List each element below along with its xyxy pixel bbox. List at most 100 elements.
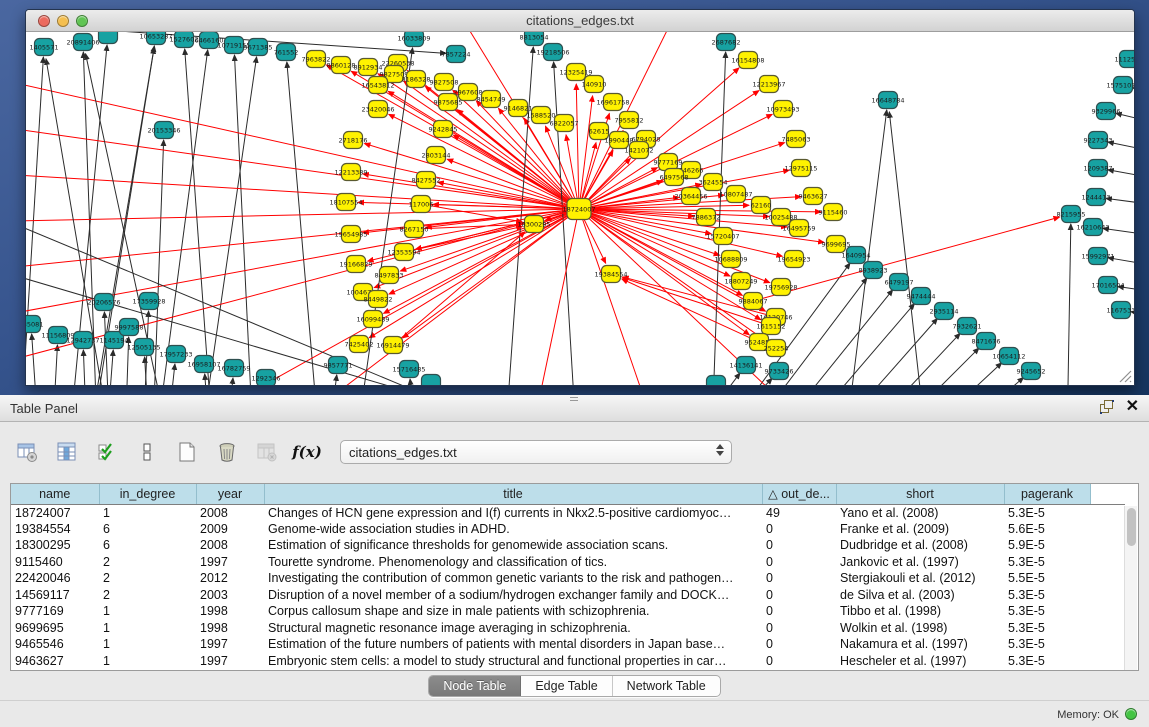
graph-node[interactable]: 2935114 (930, 303, 959, 320)
graph-node[interactable]: 20153346 (147, 122, 180, 139)
unselect-columns-button[interactable] (134, 439, 160, 465)
table-cell[interactable]: 5.3E-5 (1004, 653, 1090, 670)
table-row[interactable]: 911546021997Tourette syndrome. Phenomeno… (11, 554, 1125, 571)
graph-node[interactable]: 2718176 (339, 132, 368, 149)
graph-node[interactable] (422, 375, 441, 386)
graph-node[interactable]: 8912934 (354, 59, 383, 76)
graph-node[interactable]: 9857771 (324, 357, 353, 374)
table-cell[interactable]: 9115460 (11, 554, 99, 571)
graph-node[interactable]: 1112504 (1115, 51, 1134, 68)
table-cell[interactable]: Hescheler et al. (1997) (836, 653, 1004, 670)
table-cell[interactable]: 5.3E-5 (1004, 603, 1090, 620)
graph-edge[interactable] (583, 218, 605, 263)
graph-edge[interactable] (52, 345, 57, 385)
graph-node[interactable]: 16154808 (731, 52, 764, 69)
table-cell[interactable]: Jankovic et al. (1997) (836, 554, 1004, 571)
table-cell[interactable]: 1 (99, 653, 196, 670)
table-row[interactable]: 969969511998Structural magnetic resonanc… (11, 620, 1125, 637)
table-cell[interactable]: 5.9E-5 (1004, 537, 1090, 554)
graph-edge[interactable] (410, 379, 417, 385)
graph-node[interactable]: 9463627 (799, 188, 828, 205)
table-cell[interactable]: 5.5E-5 (1004, 570, 1090, 587)
graph-node[interactable]: 9733426 (765, 363, 794, 380)
panel-resize-grip[interactable] (570, 397, 578, 401)
table-cell[interactable]: Tibbo et al. (1998) (836, 603, 1004, 620)
graph-edge[interactable] (817, 333, 960, 385)
table-row[interactable]: 1872400712008Changes of HCN gene express… (11, 504, 1125, 521)
table-cell[interactable]: 6 (99, 537, 196, 554)
graph-node[interactable]: 7932621 (953, 318, 982, 335)
graph-edge[interactable] (32, 334, 39, 385)
graph-node[interactable]: 1292346 (252, 370, 281, 386)
graph-node[interactable]: 19166829 (339, 256, 372, 273)
graph-edge[interactable] (1108, 142, 1134, 158)
graph-node[interactable]: 3624554 (699, 174, 728, 191)
table-cell[interactable]: 2003 (196, 587, 264, 604)
table-row[interactable]: 2242004622012Investigating the contribut… (11, 570, 1125, 587)
column-header-year[interactable]: year (196, 484, 264, 504)
tab-node-table[interactable]: Node Table (429, 676, 521, 696)
show-columns-button[interactable] (54, 439, 80, 465)
float-panel-icon[interactable] (1100, 400, 1114, 414)
table-cell[interactable]: Changes of HCN gene expression and I(f) … (264, 504, 762, 521)
graph-node[interactable]: 10654112 (992, 348, 1025, 365)
graph-node[interactable]: 16033809 (397, 32, 430, 47)
table-cell[interactable]: Embryonic stem cells: a model to study s… (264, 653, 762, 670)
table-cell[interactable]: de Silva et al. (2003) (836, 587, 1004, 604)
graph-node[interactable]: 140910 (582, 76, 607, 93)
graph-node[interactable]: 252254 (764, 340, 789, 357)
close-panel-icon[interactable]: ✕ (1126, 400, 1139, 414)
graph-edge[interactable] (83, 350, 87, 385)
table-cell[interactable]: 1 (99, 620, 196, 637)
table-cell[interactable]: 0 (762, 653, 836, 670)
table-cell[interactable]: 5.3E-5 (1004, 554, 1090, 571)
table-cell[interactable]: 5.3E-5 (1004, 504, 1090, 521)
graph-edge[interactable] (234, 55, 254, 385)
table-cell[interactable]: Yano et al. (2008) (836, 504, 1004, 521)
graph-node[interactable]: 7955812 (615, 112, 644, 129)
table-row[interactable]: 1938455462009Genome-wide association stu… (11, 521, 1125, 538)
graph-node[interactable]: 8860128 (327, 57, 356, 74)
table-row[interactable]: 946362711997Embryonic stem cells: a mode… (11, 653, 1125, 670)
tab-edge-table[interactable]: Edge Table (521, 676, 612, 696)
column-header-title[interactable]: title (264, 484, 762, 504)
graph-edge[interactable] (287, 62, 321, 385)
table-cell[interactable]: Corpus callosum shape and size in male p… (264, 603, 762, 620)
graph-node[interactable]: 15992971 (1081, 248, 1114, 265)
graph-node[interactable]: 8471676 (972, 333, 1001, 350)
graph-node[interactable]: 835081 (26, 316, 43, 333)
column-header-pagerank[interactable]: pagerank (1004, 484, 1090, 504)
graph-node[interactable] (707, 376, 726, 386)
table-cell[interactable]: Estimation of the future numbers of pati… (264, 636, 762, 653)
table-cell[interactable]: 0 (762, 603, 836, 620)
graph-edge[interactable] (889, 112, 928, 385)
table-cell[interactable]: 9465546 (11, 636, 99, 653)
create-column-button[interactable] (174, 439, 200, 465)
table-cell[interactable]: 18300295 (11, 537, 99, 554)
table-cell[interactable]: 0 (762, 570, 836, 587)
table-selector-dropdown[interactable]: citations_edges.txt (340, 440, 732, 464)
graph-edge[interactable] (26, 209, 579, 222)
graph-node[interactable]: 19654923 (777, 251, 810, 268)
graph-node[interactable]: 9884067 (739, 293, 768, 310)
graph-node[interactable]: 7857224 (442, 46, 471, 63)
memory-status-indicator[interactable] (1125, 708, 1137, 720)
graph-node[interactable]: 8813054 (520, 32, 549, 46)
column-header-out-de-[interactable]: △ out_de... (762, 484, 836, 504)
graph-edge[interactable] (576, 84, 579, 199)
graph-edge[interactable] (836, 348, 979, 385)
table-cell[interactable]: Franke et al. (2009) (836, 521, 1004, 538)
graph-node[interactable]: 18807249 (724, 273, 757, 290)
table-panel-header[interactable]: Table Panel ✕ (0, 395, 1149, 422)
table-options-button[interactable] (14, 439, 40, 465)
table-cell[interactable]: 0 (762, 521, 836, 538)
graph-edge[interactable] (580, 96, 592, 199)
table-cell[interactable]: Dudbridge et al. (2008) (836, 537, 1004, 554)
graph-node[interactable]: 12353594 (387, 244, 420, 261)
graph-node[interactable]: 16648784 (871, 92, 904, 109)
graph-node[interactable]: 16961758 (596, 94, 629, 111)
graph-node[interactable]: 16914479 (376, 337, 409, 354)
graph-node[interactable]: 9245652 (1017, 363, 1046, 380)
graph-node[interactable]: 1167533 (1107, 302, 1134, 319)
table-cell[interactable]: 1 (99, 504, 196, 521)
